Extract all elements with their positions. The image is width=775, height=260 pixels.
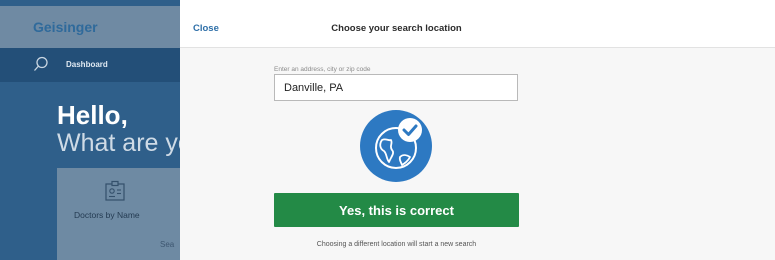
doctors-by-name-label: Doctors by Name	[74, 210, 140, 220]
dashboard-label[interactable]: Dashboard	[66, 60, 108, 69]
greeting-question: What are yo	[57, 129, 180, 157]
search-icon[interactable]	[33, 56, 49, 72]
globe-check-icon	[360, 110, 432, 182]
location-sheet: Close Choose your search location Enter …	[180, 6, 775, 260]
sheet-title: Choose your search location	[331, 23, 462, 34]
address-field-label: Enter an address, city or zip code	[274, 66, 371, 73]
id-card-icon	[105, 180, 125, 201]
geisinger-logo: Geisinger	[33, 19, 98, 35]
card-search-link[interactable]: Sea	[160, 240, 174, 249]
sheet-header: Close Choose your search location	[180, 6, 775, 48]
greeting-hello: Hello,	[57, 100, 128, 130]
background-app: Geisinger Dashboard Hello, What are yo D…	[0, 0, 180, 260]
address-input[interactable]	[274, 74, 518, 101]
location-note: Choosing a different location will start…	[316, 241, 477, 248]
confirm-location-button[interactable]: Yes, this is correct	[274, 193, 519, 227]
